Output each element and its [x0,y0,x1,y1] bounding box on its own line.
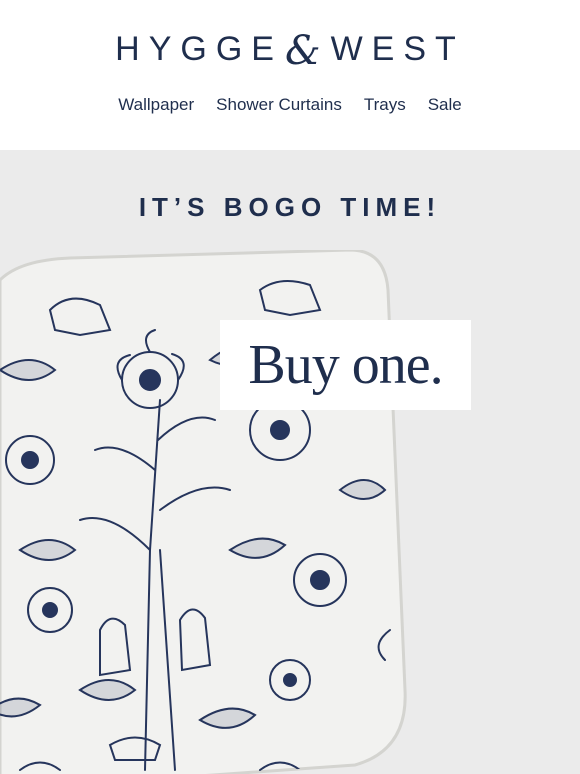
nav-item-wallpaper[interactable]: Wallpaper [118,95,194,115]
header: HYGGE& WEST Wallpaper Shower Curtains Tra… [0,0,580,150]
nav-item-shower-curtains[interactable]: Shower Curtains [216,95,342,115]
hero-headline: IT’S BOGO TIME! [138,192,442,222]
nav-item-sale[interactable]: Sale [428,95,462,115]
brand-name-right: WEST [330,30,465,68]
cta-text: Buy one. [248,334,443,396]
brand-logo[interactable]: HYGGE& WEST [0,24,580,74]
main-nav: Wallpaper Shower Curtains Trays Sale [0,95,580,115]
nav-item-trays[interactable]: Trays [364,95,406,115]
hero-banner[interactable]: IT’S BOGO TIME! Buy one. [0,150,580,774]
cta-box[interactable]: Buy one. [220,320,471,410]
brand-ampersand: & [284,28,321,74]
brand-name-left: HYGGE [115,30,283,68]
